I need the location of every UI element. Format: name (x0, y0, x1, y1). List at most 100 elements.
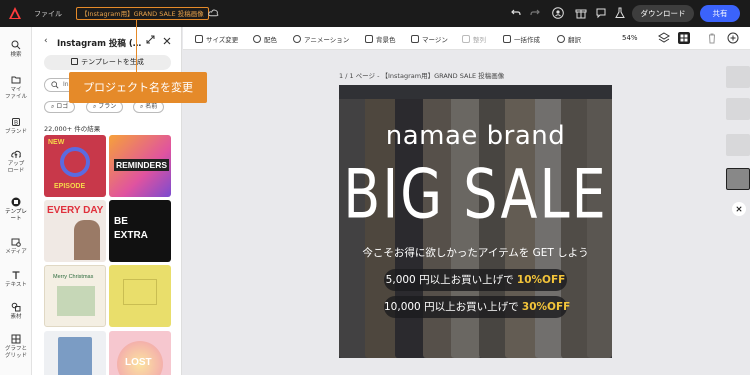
thumb-text: BE (114, 216, 128, 227)
thumb-text: REMINDERS (114, 159, 170, 171)
headline-text[interactable]: BIG SALE (339, 155, 612, 234)
tool-align[interactable]: 整列 (462, 34, 486, 44)
template-thumb[interactable]: Merry Christmas (44, 265, 106, 327)
close-icon (736, 206, 742, 212)
bulk-create-icon (503, 35, 511, 43)
offer-text: 5,000 円以上お買い上げで (385, 274, 517, 286)
template-thumb[interactable] (44, 331, 106, 375)
thumb-photo (58, 337, 92, 375)
panel-title: Instagram 投稿 (… (57, 39, 142, 49)
tool-margin[interactable]: マージン (411, 34, 448, 44)
template-thumb[interactable]: REMINDERS (109, 135, 171, 197)
brand-icon: B (12, 118, 20, 127)
grid-icon (11, 334, 21, 344)
search-icon (11, 40, 21, 50)
tool-bulk-create[interactable]: 一括作成 (503, 34, 540, 44)
artboard[interactable]: namae brand BIG SALE 今こそお得に欲しかったアイテムを GE… (339, 85, 612, 358)
share-button[interactable]: 共有 (700, 5, 740, 22)
close-panel-button[interactable] (732, 202, 746, 216)
expand-icon[interactable] (146, 35, 155, 44)
trash-icon[interactable] (706, 32, 718, 44)
templates-icon (11, 197, 21, 207)
page-thumbnail[interactable] (726, 134, 750, 156)
brand-text[interactable]: namae brand (339, 121, 612, 151)
offer-text: 10,000 円以上お買い上げで (384, 301, 522, 313)
headphones-icon (60, 147, 90, 177)
close-icon[interactable] (163, 37, 171, 45)
layers-icon[interactable] (658, 32, 670, 44)
rail-search[interactable]: 検索 (0, 40, 32, 59)
top-bar: ファイル 【Instagram用】GRAND SALE 投稿画像 ダウンロード … (0, 0, 750, 27)
thumb-decoration (123, 279, 157, 305)
rail-templates[interactable]: テンプレ ート (0, 197, 32, 223)
thumb-text: NEW (48, 139, 65, 146)
page-thumbnail[interactable] (726, 98, 750, 120)
translate-icon (557, 35, 565, 43)
template-thumb[interactable]: NEW EPISODE (44, 135, 106, 197)
rail-label: 検索 (10, 52, 22, 58)
file-menu[interactable]: ファイル (34, 9, 62, 19)
tool-label: サイズ変更 (206, 36, 239, 44)
grid-view-icon[interactable] (678, 32, 690, 44)
tool-label: アニメーション (304, 36, 350, 44)
thumb-text: EXTRA (114, 230, 148, 241)
svg-text:B: B (14, 120, 18, 127)
sparkle-icon (71, 58, 79, 65)
add-page-icon[interactable] (727, 32, 739, 44)
rail-media[interactable]: メディア (0, 237, 32, 256)
zoom-dropdown[interactable]: 54% (622, 34, 638, 42)
generate-template-button[interactable]: テンプレートを生成 (44, 55, 171, 70)
thumb-photo (57, 286, 95, 316)
tool-animation[interactable]: アニメーション (293, 34, 349, 44)
tool-label: 配色 (264, 36, 277, 44)
left-rail: 検索 マイ ファイル B ブランド アップ ロード テンプレ ート メディア テ… (0, 27, 32, 375)
template-thumb[interactable]: BE EXTRA (109, 200, 171, 262)
callout-pointer (136, 20, 137, 72)
redo-icon[interactable] (529, 7, 541, 19)
template-thumb[interactable]: LOST (109, 331, 171, 375)
tool-label: マージン (422, 36, 448, 44)
animation-icon (293, 35, 301, 43)
thumb-text: EPISODE (54, 183, 86, 190)
rail-label: テキスト (5, 282, 27, 288)
offer-pill-1[interactable]: 5,000 円以上お買い上げで 10%OFF (384, 269, 567, 291)
result-count: 22,000+ 件の結果 (44, 125, 101, 133)
comment-icon[interactable] (595, 7, 607, 19)
page-thumbnail[interactable] (726, 66, 750, 88)
rail-charts-grids[interactable]: グラフと グリッド (0, 334, 32, 360)
project-name-field[interactable]: 【Instagram用】GRAND SALE 投稿画像 (76, 7, 209, 20)
template-thumb[interactable]: EVERY DAY (44, 200, 106, 262)
tool-color-scheme[interactable]: 配色 (253, 34, 277, 44)
palette-icon (253, 35, 261, 43)
template-thumb[interactable] (109, 265, 171, 327)
invite-user-icon[interactable] (552, 7, 564, 19)
thumb-text: LOST (125, 357, 152, 368)
rail-elements[interactable]: 素材 (0, 302, 32, 321)
tool-resize[interactable]: サイズ変更 (195, 34, 238, 44)
rail-brand[interactable]: B ブランド (0, 117, 32, 136)
rail-my-files[interactable]: マイ ファイル (0, 75, 32, 101)
offer-highlight: 30%OFF (521, 301, 571, 313)
tool-translate[interactable]: 翻訳 (557, 34, 581, 44)
rail-label: テンプレ ート (5, 209, 27, 222)
thumb-text: EVERY DAY (47, 205, 104, 216)
rail-label: 素材 (10, 314, 22, 320)
adobe-express-logo-icon[interactable] (8, 6, 22, 20)
rail-label: アップ ロード (7, 161, 25, 174)
cloud-icon (208, 9, 219, 17)
offer-pill-2[interactable]: 10,000 円以上お買い上げで 30%OFF (384, 296, 571, 318)
undo-icon[interactable] (510, 7, 522, 19)
gift-icon[interactable] (575, 7, 587, 19)
rail-upload[interactable]: アップ ロード (0, 149, 32, 175)
rail-label: ブランド (4, 129, 27, 135)
thumb-photo (74, 220, 100, 260)
page-thumbnail-selected[interactable] (726, 168, 750, 190)
flask-icon[interactable] (614, 7, 626, 19)
back-button[interactable]: ‹ (44, 36, 48, 46)
tool-background-color[interactable]: 背景色 (365, 34, 396, 44)
subline-text[interactable]: 今こそお得に欲しかったアイテムを GET しよう (339, 245, 612, 260)
search-icon (51, 81, 59, 89)
rail-text[interactable]: テキスト (0, 270, 32, 289)
download-button[interactable]: ダウンロード (632, 5, 694, 22)
folder-icon (11, 76, 21, 84)
